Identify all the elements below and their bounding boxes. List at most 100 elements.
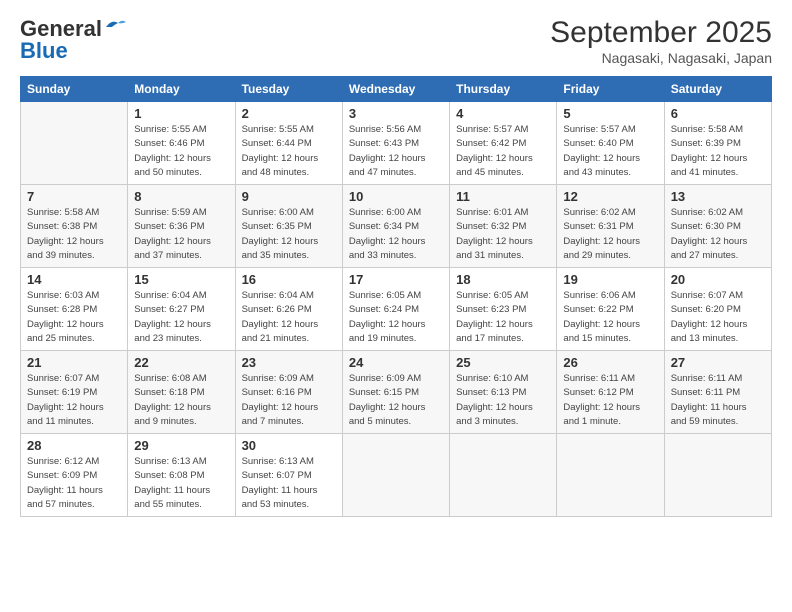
col-wednesday: Wednesday [342, 77, 449, 102]
logo: General Blue [20, 16, 126, 64]
table-row: 17 Sunrise: 6:05 AMSunset: 6:24 PMDayligh… [342, 268, 449, 351]
table-row: 27 Sunrise: 6:11 AMSunset: 6:11 PMDayligh… [664, 351, 771, 434]
table-row: 10 Sunrise: 6:00 AMSunset: 6:34 PMDayligh… [342, 185, 449, 268]
sun-info: Sunrise: 5:58 AMSunset: 6:39 PMDaylight:… [671, 123, 765, 180]
sun-info: Sunrise: 6:07 AMSunset: 6:20 PMDaylight:… [671, 289, 765, 346]
sun-info: Sunrise: 6:11 AMSunset: 6:12 PMDaylight:… [563, 372, 657, 429]
day-number: 22 [134, 355, 228, 370]
day-number: 28 [27, 438, 121, 453]
col-monday: Monday [128, 77, 235, 102]
day-number: 12 [563, 189, 657, 204]
header-row: Sunday Monday Tuesday Wednesday Thursday… [21, 77, 772, 102]
day-number: 24 [349, 355, 443, 370]
table-row [450, 434, 557, 517]
col-tuesday: Tuesday [235, 77, 342, 102]
calendar-table: Sunday Monday Tuesday Wednesday Thursday… [20, 76, 772, 517]
day-number: 13 [671, 189, 765, 204]
day-number: 9 [242, 189, 336, 204]
table-row: 26 Sunrise: 6:11 AMSunset: 6:12 PMDayligh… [557, 351, 664, 434]
sun-info: Sunrise: 5:59 AMSunset: 6:36 PMDaylight:… [134, 206, 228, 263]
table-row [664, 434, 771, 517]
table-row: 15 Sunrise: 6:04 AMSunset: 6:27 PMDayligh… [128, 268, 235, 351]
sun-info: Sunrise: 6:09 AMSunset: 6:15 PMDaylight:… [349, 372, 443, 429]
day-number: 15 [134, 272, 228, 287]
table-row: 3 Sunrise: 5:56 AMSunset: 6:43 PMDaylight… [342, 102, 449, 185]
col-friday: Friday [557, 77, 664, 102]
day-number: 10 [349, 189, 443, 204]
sun-info: Sunrise: 6:12 AMSunset: 6:09 PMDaylight:… [27, 455, 121, 512]
sun-info: Sunrise: 6:05 AMSunset: 6:23 PMDaylight:… [456, 289, 550, 346]
day-number: 14 [27, 272, 121, 287]
sun-info: Sunrise: 6:00 AMSunset: 6:34 PMDaylight:… [349, 206, 443, 263]
day-number: 11 [456, 189, 550, 204]
sun-info: Sunrise: 5:55 AMSunset: 6:44 PMDaylight:… [242, 123, 336, 180]
sun-info: Sunrise: 6:05 AMSunset: 6:24 PMDaylight:… [349, 289, 443, 346]
table-row: 24 Sunrise: 6:09 AMSunset: 6:15 PMDayligh… [342, 351, 449, 434]
day-number: 16 [242, 272, 336, 287]
sun-info: Sunrise: 6:00 AMSunset: 6:35 PMDaylight:… [242, 206, 336, 263]
month-title: September 2025 [550, 16, 772, 50]
sun-info: Sunrise: 6:08 AMSunset: 6:18 PMDaylight:… [134, 372, 228, 429]
day-number: 1 [134, 106, 228, 121]
sun-info: Sunrise: 6:03 AMSunset: 6:28 PMDaylight:… [27, 289, 121, 346]
sun-info: Sunrise: 5:58 AMSunset: 6:38 PMDaylight:… [27, 206, 121, 263]
day-number: 5 [563, 106, 657, 121]
table-row: 13 Sunrise: 6:02 AMSunset: 6:30 PMDayligh… [664, 185, 771, 268]
col-sunday: Sunday [21, 77, 128, 102]
table-row: 28 Sunrise: 6:12 AMSunset: 6:09 PMDayligh… [21, 434, 128, 517]
sun-info: Sunrise: 6:11 AMSunset: 6:11 PMDaylight:… [671, 372, 765, 429]
day-number: 3 [349, 106, 443, 121]
table-row: 19 Sunrise: 6:06 AMSunset: 6:22 PMDayligh… [557, 268, 664, 351]
day-number: 27 [671, 355, 765, 370]
sun-info: Sunrise: 6:13 AMSunset: 6:07 PMDaylight:… [242, 455, 336, 512]
sun-info: Sunrise: 6:02 AMSunset: 6:30 PMDaylight:… [671, 206, 765, 263]
day-number: 20 [671, 272, 765, 287]
sun-info: Sunrise: 6:02 AMSunset: 6:31 PMDaylight:… [563, 206, 657, 263]
sun-info: Sunrise: 6:06 AMSunset: 6:22 PMDaylight:… [563, 289, 657, 346]
sun-info: Sunrise: 6:09 AMSunset: 6:16 PMDaylight:… [242, 372, 336, 429]
table-row: 25Sunrise: 6:10 AMSunset: 6:13 PMDayligh… [450, 351, 557, 434]
logo-bird-icon [104, 19, 126, 35]
col-saturday: Saturday [664, 77, 771, 102]
day-number: 26 [563, 355, 657, 370]
col-thursday: Thursday [450, 77, 557, 102]
day-number: 7 [27, 189, 121, 204]
table-row [557, 434, 664, 517]
title-block: September 2025 Nagasaki, Nagasaki, Japan [550, 16, 772, 66]
sun-info: Sunrise: 6:01 AMSunset: 6:32 PMDaylight:… [456, 206, 550, 263]
day-number: 25 [456, 355, 550, 370]
day-number: 19 [563, 272, 657, 287]
table-row: 14 Sunrise: 6:03 AMSunset: 6:28 PMDayligh… [21, 268, 128, 351]
day-number: 29 [134, 438, 228, 453]
location-title: Nagasaki, Nagasaki, Japan [550, 50, 772, 66]
day-number: 18 [456, 272, 550, 287]
week-row-3: 21Sunrise: 6:07 AMSunset: 6:19 PMDayligh… [21, 351, 772, 434]
table-row: 21Sunrise: 6:07 AMSunset: 6:19 PMDayligh… [21, 351, 128, 434]
header: General Blue September 2025 Nagasaki, Na… [20, 16, 772, 66]
day-number: 2 [242, 106, 336, 121]
table-row: 23 Sunrise: 6:09 AMSunset: 6:16 PMDayligh… [235, 351, 342, 434]
table-row: 6 Sunrise: 5:58 AMSunset: 6:39 PMDaylight… [664, 102, 771, 185]
table-row: 29Sunrise: 6:13 AMSunset: 6:08 PMDayligh… [128, 434, 235, 517]
sun-info: Sunrise: 5:56 AMSunset: 6:43 PMDaylight:… [349, 123, 443, 180]
table-row: 7 Sunrise: 5:58 AMSunset: 6:38 PMDaylight… [21, 185, 128, 268]
day-number: 17 [349, 272, 443, 287]
table-row: 11 Sunrise: 6:01 AMSunset: 6:32 PMDayligh… [450, 185, 557, 268]
table-row: 5 Sunrise: 5:57 AMSunset: 6:40 PMDaylight… [557, 102, 664, 185]
table-row: 8 Sunrise: 5:59 AMSunset: 6:36 PMDaylight… [128, 185, 235, 268]
table-row: 22 Sunrise: 6:08 AMSunset: 6:18 PMDayligh… [128, 351, 235, 434]
day-number: 30 [242, 438, 336, 453]
sun-info: Sunrise: 6:04 AMSunset: 6:27 PMDaylight:… [134, 289, 228, 346]
sun-info: Sunrise: 5:57 AMSunset: 6:40 PMDaylight:… [563, 123, 657, 180]
table-row: 18 Sunrise: 6:05 AMSunset: 6:23 PMDayligh… [450, 268, 557, 351]
week-row-4: 28 Sunrise: 6:12 AMSunset: 6:09 PMDayligh… [21, 434, 772, 517]
day-number: 6 [671, 106, 765, 121]
table-row: 4Sunrise: 5:57 AMSunset: 6:42 PMDaylight… [450, 102, 557, 185]
table-row [21, 102, 128, 185]
day-number: 8 [134, 189, 228, 204]
table-row: 12 Sunrise: 6:02 AMSunset: 6:31 PMDayligh… [557, 185, 664, 268]
day-number: 23 [242, 355, 336, 370]
table-row: 2 Sunrise: 5:55 AMSunset: 6:44 PMDaylight… [235, 102, 342, 185]
day-number: 21 [27, 355, 121, 370]
sun-info: Sunrise: 5:55 AMSunset: 6:46 PMDaylight:… [134, 123, 228, 180]
